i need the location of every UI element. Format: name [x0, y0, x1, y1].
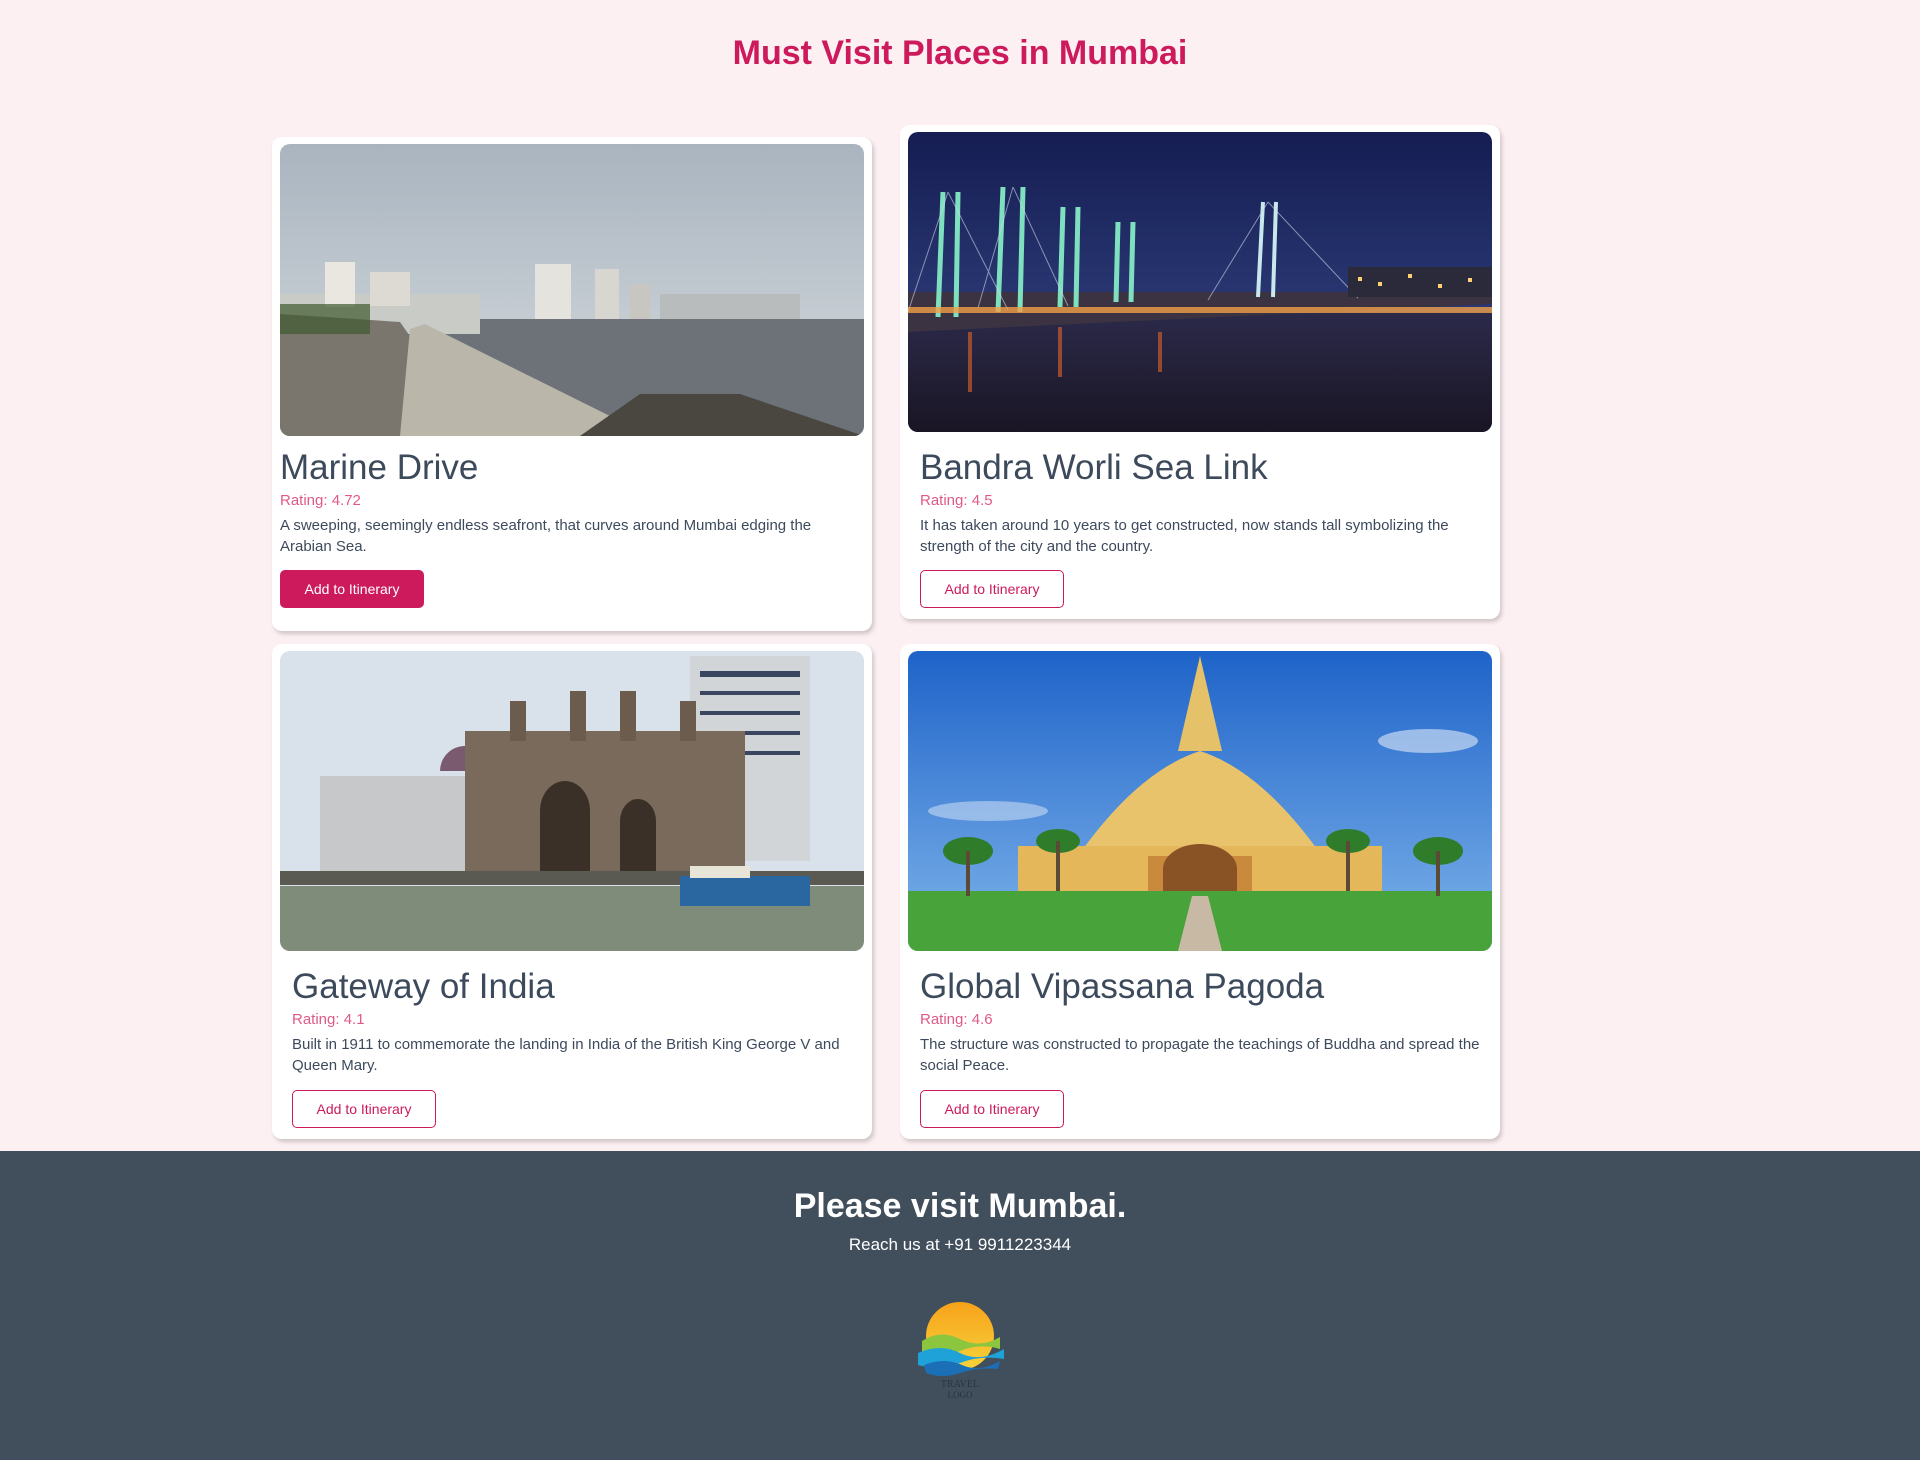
place-card-bandra-worli-sea-link: Bandra Worli Sea Link Rating: 4.5 It has… — [900, 125, 1500, 619]
place-name: Gateway of India — [292, 967, 555, 1006]
place-description: It has taken around 10 years to get cons… — [920, 517, 1449, 555]
place-name: Marine Drive — [280, 448, 479, 487]
footer-heading: Please visit Mumbai. — [793, 1187, 1127, 1225]
place-image-marine-drive — [280, 144, 864, 436]
svg-text:LOGO: LOGO — [948, 1390, 973, 1400]
footer: Please visit Mumbai. Reach us at +91 991… — [0, 1151, 1920, 1460]
place-card-gateway-of-india: Gateway of India Rating: 4.1 Built in 19… — [272, 644, 872, 1139]
place-card-global-vipassana-pagoda: Global Vipassana Pagoda Rating: 4.6 The … — [900, 644, 1500, 1139]
place-rating: Rating: 4.72 — [280, 492, 361, 509]
place-card-marine-drive: Marine Drive Rating: 4.72 A sweeping, se… — [272, 137, 872, 631]
place-image-global-vipassana-pagoda — [908, 651, 1492, 951]
place-description: The structure was constructed to propaga… — [920, 1036, 1480, 1074]
place-name: Bandra Worli Sea Link — [920, 448, 1268, 487]
svg-text:TRAVEL: TRAVEL — [941, 1379, 979, 1390]
footer-contact: Reach us at +91 9911223344 — [848, 1235, 1072, 1254]
place-rating: Rating: 4.5 — [920, 492, 993, 509]
place-rating: Rating: 4.1 — [292, 1011, 365, 1028]
travel-logo: TRAVEL LOGO — [910, 1291, 1010, 1401]
add-to-itinerary-button[interactable]: Add to Itinerary — [292, 1090, 436, 1128]
place-description: Built in 1911 to commemorate the landing… — [292, 1036, 840, 1074]
place-rating: Rating: 4.6 — [920, 1011, 993, 1028]
place-name: Global Vipassana Pagoda — [920, 967, 1325, 1006]
add-to-itinerary-button[interactable]: Add to Itinerary — [920, 1090, 1064, 1128]
place-image-bandra-worli-sea-link — [908, 132, 1492, 432]
place-description: A sweeping, seemingly endless seafront, … — [280, 517, 812, 555]
place-image-gateway-of-india — [280, 651, 864, 951]
add-to-itinerary-button[interactable]: Add to Itinerary — [920, 570, 1064, 608]
add-to-itinerary-button[interactable]: Add to Itinerary — [280, 570, 424, 608]
page-title: Must Visit Places in Mumbai — [732, 34, 1188, 72]
